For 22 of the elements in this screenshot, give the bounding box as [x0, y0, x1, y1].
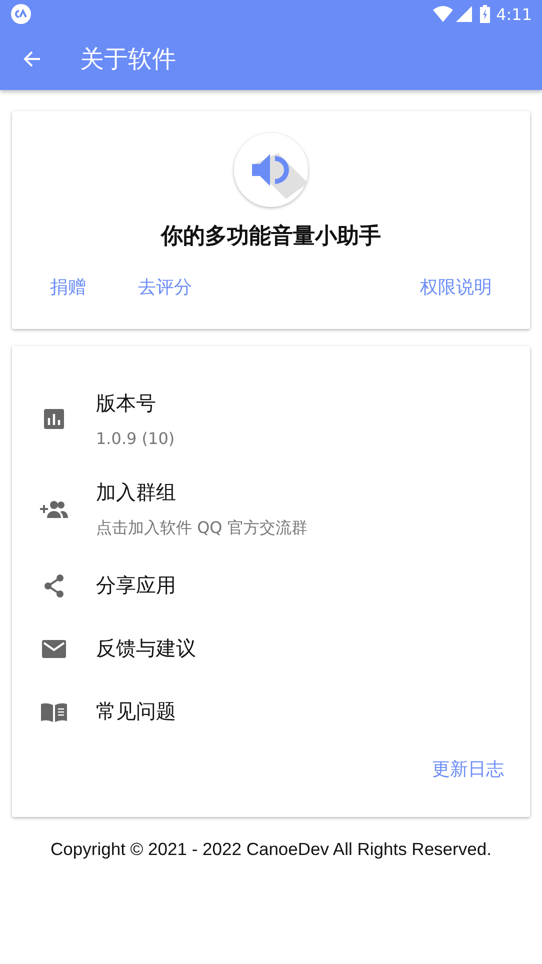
back-arrow-icon: [22, 49, 42, 69]
list-item-title[interactable]: 加入群组: [96, 479, 308, 506]
signal-icon: [456, 6, 472, 22]
mail-icon: [42, 638, 66, 658]
list-item-title[interactable]: 分享应用: [96, 572, 176, 599]
share-icon: [43, 574, 65, 598]
screen-title: 关于软件: [80, 44, 176, 75]
list-item-title[interactable]: 常见问题: [96, 698, 176, 725]
list-item-subtitle: 1.0.9 (10): [96, 429, 175, 448]
list-item-title[interactable]: 版本号: [96, 390, 175, 417]
clock-time: 4:11: [496, 4, 532, 24]
list-item-title[interactable]: 反馈与建议: [96, 635, 196, 662]
copyright-text: Copyright © 2021 - 2022 CanoeDev All Rights Reserved.: [50, 839, 492, 859]
add-group-icon: [40, 500, 68, 518]
app-tagline: 你的多功能音量小助手: [159, 222, 382, 251]
battery-icon: [480, 5, 490, 23]
bar-chart-icon: [43, 408, 65, 430]
list-item-subtitle: 点击加入软件 QQ 官方交流群: [96, 518, 308, 539]
wifi-icon: [433, 6, 454, 22]
speaker-logo-icon: [234, 133, 308, 207]
app-logo-icon: [10, 3, 32, 25]
book-icon: [41, 702, 67, 722]
